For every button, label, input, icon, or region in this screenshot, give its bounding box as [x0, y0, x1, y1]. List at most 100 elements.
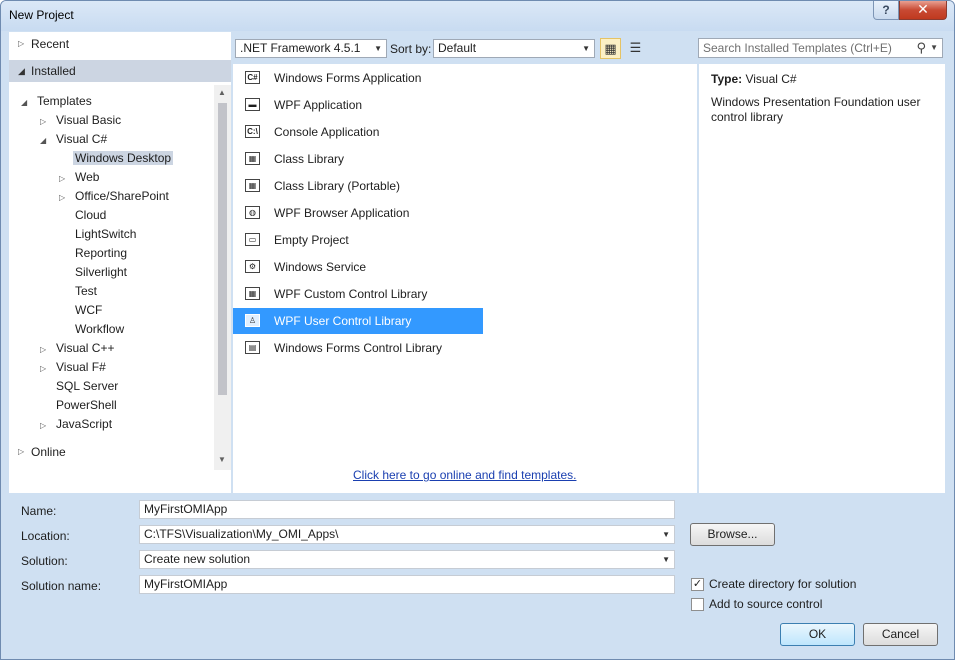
- nav-installed[interactable]: ◢ Installed: [9, 60, 231, 82]
- tree-item-lightswitch[interactable]: LightSwitch: [59, 225, 138, 243]
- nav-installed-label: Installed: [31, 64, 76, 78]
- portable-library-icon: ▦: [245, 179, 260, 192]
- help-button[interactable]: ?: [873, 1, 899, 20]
- cancel-button[interactable]: Cancel: [863, 623, 938, 646]
- tree-item-wcf[interactable]: WCF: [59, 301, 104, 319]
- scroll-up-icon[interactable]: ▲: [218, 88, 226, 97]
- ok-button[interactable]: OK: [780, 623, 855, 646]
- custom-control-icon: ▦: [245, 287, 260, 300]
- tree-item-test[interactable]: Test: [59, 282, 99, 300]
- tree-item-workflow[interactable]: Workflow: [59, 320, 126, 338]
- name-label: Name:: [21, 504, 57, 518]
- expand-arrow-icon: ▷: [18, 447, 25, 456]
- search-templates-input[interactable]: Search Installed Templates (Ctrl+E) ⚲ ▼: [698, 38, 943, 58]
- tree-item-cloud[interactable]: Cloud: [59, 206, 108, 224]
- dropdown-arrow-icon: ▼: [374, 44, 382, 53]
- tree-arrow-icon: ▷: [59, 174, 66, 183]
- tree-item-windows-desktop[interactable]: Windows Desktop: [59, 149, 174, 167]
- type-label: Type:: [711, 72, 743, 86]
- create-directory-checkbox[interactable]: ✓: [691, 578, 704, 591]
- tree-arrow-icon: ◢: [40, 136, 47, 145]
- template-wpf-user-control-library[interactable]: ♙ WPF User Control Library: [233, 308, 483, 334]
- solution-name-label: Solution name:: [21, 579, 102, 593]
- tree-arrow-icon: ▷: [40, 364, 47, 373]
- location-label: Location:: [21, 529, 70, 543]
- nav-recent-label: Recent: [31, 37, 70, 51]
- template-type: Type: Visual C#: [711, 72, 797, 86]
- service-icon: ⚙: [245, 260, 260, 273]
- search-placeholder: Search Installed Templates (Ctrl+E): [703, 41, 892, 55]
- title-bar: New Project ? ✕: [1, 1, 954, 31]
- framework-select[interactable]: .NET Framework 4.5.1 ▼: [235, 39, 387, 58]
- tree-item-templates[interactable]: ◢ Templates: [21, 92, 94, 110]
- dropdown-arrow-icon: ▼: [662, 530, 670, 539]
- template-wpf-custom-control-library[interactable]: ▦ WPF Custom Control Library: [233, 281, 483, 307]
- template-wpf-application[interactable]: ▬ WPF Application: [233, 92, 483, 118]
- create-directory-label: Create directory for solution: [709, 577, 857, 591]
- tree-item-sql-server[interactable]: SQL Server: [40, 377, 120, 395]
- solution-name-input[interactable]: MyFirstOMIApp: [139, 575, 675, 594]
- template-console-application[interactable]: C:\ Console Application: [233, 119, 483, 145]
- user-control-icon: ♙: [245, 314, 260, 327]
- console-icon: C:\: [245, 125, 260, 138]
- template-class-library[interactable]: ▦ Class Library: [233, 146, 483, 172]
- close-button[interactable]: ✕: [899, 1, 947, 20]
- tree-item-visual-cpp[interactable]: ▷ Visual C++: [40, 339, 116, 357]
- sort-by-value: Default: [438, 41, 477, 55]
- collapse-arrow-icon: ◢: [18, 66, 25, 76]
- expand-arrow-icon: ▷: [18, 39, 25, 48]
- tree-item-web[interactable]: ▷ Web: [59, 168, 101, 186]
- wpf-window-icon: ▬: [245, 98, 260, 111]
- project-settings-form: Name: MyFirstOMIApp Location: C:\TFS\Vis…: [1, 495, 954, 659]
- class-library-icon: ▦: [245, 152, 260, 165]
- window-title: New Project: [9, 8, 74, 22]
- browse-button[interactable]: Browse...: [690, 523, 775, 546]
- new-project-dialog: New Project ? ✕ ▷ Recent ◢ Installed ◢ Te…: [0, 0, 955, 660]
- template-class-library-portable[interactable]: ▦ Class Library (Portable): [233, 173, 483, 199]
- windows-forms-icon: C#: [245, 71, 260, 84]
- template-list: C# Windows Forms Application ▬ WPF Applica…: [233, 64, 697, 493]
- nav-online[interactable]: ▷ Online: [9, 441, 231, 463]
- project-name-input[interactable]: MyFirstOMIApp: [139, 500, 675, 519]
- template-empty-project[interactable]: ▭ Empty Project: [233, 227, 483, 253]
- sort-by-label: Sort by:: [390, 42, 432, 56]
- solution-label: Solution:: [21, 554, 68, 568]
- sort-by-select[interactable]: Default ▼: [433, 39, 595, 58]
- tree-item-reporting[interactable]: Reporting: [59, 244, 129, 262]
- source-control-label: Add to source control: [709, 597, 823, 611]
- tree-item-silverlight[interactable]: Silverlight: [59, 263, 129, 281]
- framework-value: .NET Framework 4.5.1: [240, 41, 361, 55]
- tree-item-visual-csharp[interactable]: ◢ Visual C#: [40, 130, 109, 148]
- tree-scrollbar[interactable]: ▲ ▼: [214, 85, 231, 470]
- tree-item-office-sharepoint[interactable]: ▷ Office/SharePoint: [59, 187, 171, 205]
- tree-arrow-icon: ▷: [59, 193, 66, 202]
- type-value: Visual C#: [745, 72, 797, 86]
- find-templates-online-link[interactable]: Click here to go online and find templat…: [353, 468, 576, 482]
- source-control-checkbox[interactable]: [691, 598, 704, 611]
- template-wpf-browser-application[interactable]: ◍ WPF Browser Application: [233, 200, 483, 226]
- tree-arrow-icon: ◢: [21, 98, 28, 107]
- solution-select[interactable]: Create new solution ▼: [139, 550, 675, 569]
- globe-icon: ◍: [245, 206, 260, 219]
- tree-item-visual-fsharp[interactable]: ▷ Visual F#: [40, 358, 108, 376]
- template-windows-service[interactable]: ⚙ Windows Service: [233, 254, 483, 280]
- nav-recent[interactable]: ▷ Recent: [9, 33, 231, 55]
- tree-item-visual-basic[interactable]: ▷ Visual Basic: [40, 111, 123, 129]
- nav-online-label: Online: [31, 445, 66, 459]
- list-view-icon[interactable]: ☰: [625, 38, 646, 59]
- tree-item-powershell[interactable]: PowerShell: [40, 396, 119, 414]
- template-windows-forms-application[interactable]: C# Windows Forms Application: [233, 65, 483, 91]
- template-windows-forms-control-library[interactable]: ▤ Windows Forms Control Library: [233, 335, 483, 361]
- search-icon[interactable]: ⚲: [916, 39, 926, 57]
- tree-item-javascript[interactable]: ▷ JavaScript: [40, 415, 114, 433]
- empty-project-icon: ▭: [245, 233, 260, 246]
- tree-arrow-icon: ▷: [40, 117, 47, 126]
- template-details: Type: Visual C# Windows Presentation Fou…: [699, 64, 945, 493]
- template-navigation: ▷ Recent ◢ Installed ◢ Templates ▷ Visual …: [9, 32, 231, 493]
- location-select[interactable]: C:\TFS\Visualization\My_OMI_Apps\ ▼: [139, 525, 675, 544]
- search-dropdown-icon[interactable]: ▼: [930, 39, 938, 57]
- tree-arrow-icon: ▷: [40, 421, 47, 430]
- dropdown-arrow-icon: ▼: [662, 555, 670, 564]
- scroll-thumb[interactable]: [218, 103, 227, 395]
- grid-view-icon[interactable]: ▦: [600, 38, 621, 59]
